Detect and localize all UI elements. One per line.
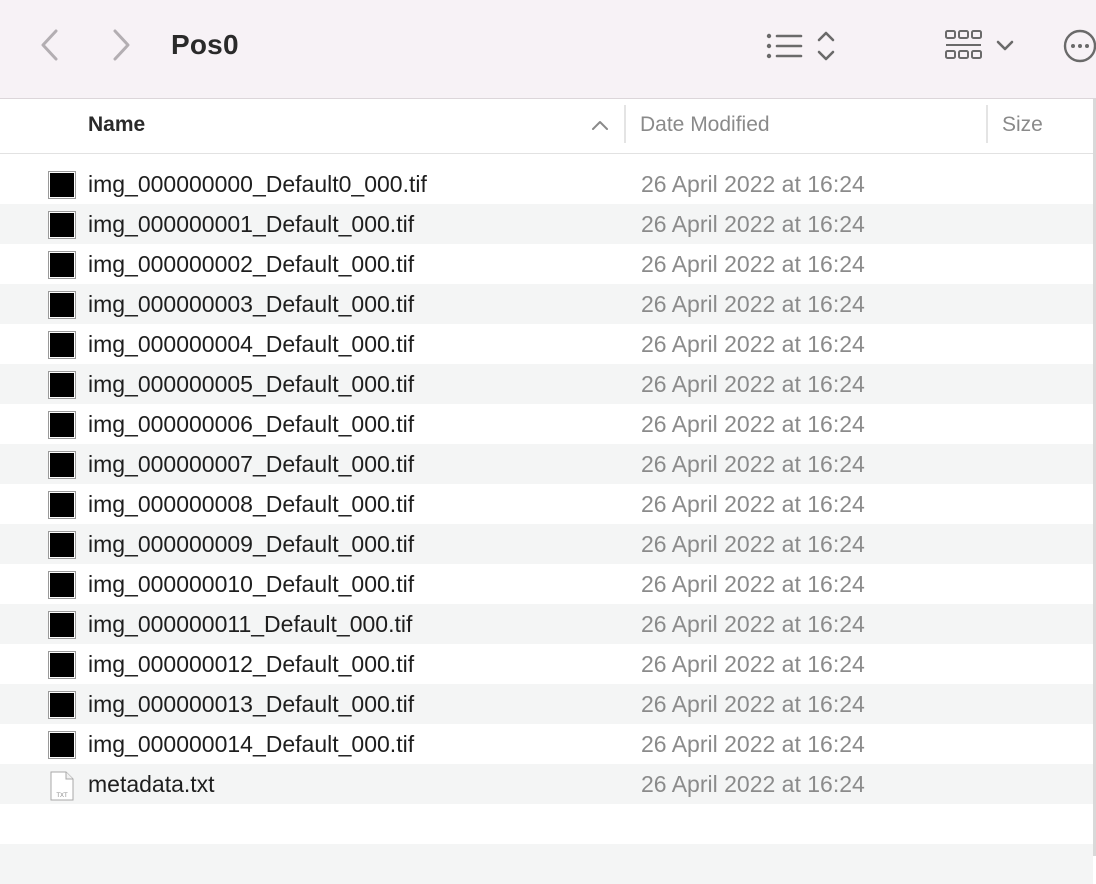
file-date-modified: 26 April 2022 at 16:24 bbox=[641, 331, 865, 357]
file-date-modified: 26 April 2022 at 16:24 bbox=[641, 371, 865, 397]
file-name: img_000000006_Default_000.tif bbox=[88, 411, 415, 437]
chevron-down-icon bbox=[996, 40, 1014, 51]
up-down-chevron-icon bbox=[817, 31, 835, 61]
back-button[interactable] bbox=[32, 24, 72, 66]
file-row[interactable]: img_000000003_Default_000.tif 26 April 20… bbox=[0, 284, 1093, 324]
file-name: img_000000004_Default_000.tif bbox=[88, 331, 415, 357]
column-divider[interactable] bbox=[624, 105, 626, 143]
tif-thumbnail-icon bbox=[48, 691, 76, 719]
file-row[interactable]: img_000000001_Default_000.tif 26 April 20… bbox=[0, 204, 1093, 244]
file-date-modified: 26 April 2022 at 16:24 bbox=[641, 531, 865, 557]
tif-thumbnail-icon bbox=[48, 531, 76, 559]
file-name: img_000000010_Default_000.tif bbox=[88, 571, 415, 597]
empty-row bbox=[0, 804, 1093, 844]
file-row[interactable]: img_000000013_Default_000.tif 26 April 20… bbox=[0, 684, 1093, 724]
tif-thumbnail-icon bbox=[48, 411, 76, 439]
tif-thumbnail-icon bbox=[48, 371, 76, 399]
tif-thumbnail-icon bbox=[48, 291, 76, 319]
toolbar: Pos0 bbox=[0, 0, 1096, 99]
file-date-modified: 26 April 2022 at 16:24 bbox=[641, 691, 865, 717]
file-date-modified: 26 April 2022 at 16:24 bbox=[641, 771, 865, 797]
chevron-right-icon bbox=[113, 29, 130, 61]
file-name: metadata.txt bbox=[88, 771, 215, 797]
window-title: Pos0 bbox=[171, 29, 239, 60]
column-header: Name Date Modified Size bbox=[0, 99, 1096, 154]
file-date-modified: 26 April 2022 at 16:24 bbox=[641, 171, 865, 197]
file-date-modified: 26 April 2022 at 16:24 bbox=[641, 611, 865, 637]
file-name: img_000000003_Default_000.tif bbox=[88, 291, 415, 317]
file-name: img_000000011_Default_000.tif bbox=[88, 611, 413, 637]
file-list: img_000000000_Default0_000.tif 26 April 2… bbox=[0, 164, 1093, 884]
file-date-modified: 26 April 2022 at 16:24 bbox=[641, 411, 865, 437]
file-name: img_000000014_Default_000.tif bbox=[88, 731, 415, 757]
file-date-modified: 26 April 2022 at 16:24 bbox=[641, 291, 865, 317]
tif-thumbnail-icon bbox=[48, 651, 76, 679]
file-row[interactable]: img_000000008_Default_000.tif 26 April 20… bbox=[0, 484, 1093, 524]
empty-row bbox=[0, 844, 1093, 884]
more-button[interactable] bbox=[1062, 28, 1096, 69]
file-name: img_000000002_Default_000.tif bbox=[88, 251, 415, 277]
tif-thumbnail-icon bbox=[48, 171, 76, 199]
file-name: img_000000008_Default_000.tif bbox=[88, 491, 415, 517]
file-date-modified: 26 April 2022 at 16:24 bbox=[641, 211, 865, 237]
ellipsis-circle-icon bbox=[1063, 29, 1096, 63]
file-row[interactable]: img_000000010_Default_000.tif 26 April 20… bbox=[0, 564, 1093, 604]
file-row[interactable]: img_000000005_Default_000.tif 26 April 20… bbox=[0, 364, 1093, 404]
column-header-date-modified[interactable]: Date Modified bbox=[640, 113, 770, 137]
tif-thumbnail-icon bbox=[48, 331, 76, 359]
group-dropdown-button[interactable] bbox=[994, 36, 1016, 61]
file-row[interactable]: img_000000014_Default_000.tif 26 April 20… bbox=[0, 724, 1093, 764]
file-row[interactable]: img_000000006_Default_000.tif 26 April 20… bbox=[0, 404, 1093, 444]
file-row[interactable]: img_000000000_Default0_000.tif 26 April 2… bbox=[0, 164, 1093, 204]
forward-button[interactable] bbox=[100, 24, 140, 66]
sort-ascending-icon[interactable] bbox=[590, 117, 610, 138]
column-header-size[interactable]: Size bbox=[1002, 113, 1043, 137]
tif-thumbnail-icon bbox=[48, 571, 76, 599]
file-name: img_000000000_Default0_000.tif bbox=[88, 171, 427, 197]
column-header-name[interactable]: Name bbox=[88, 113, 145, 137]
file-row[interactable]: img_000000007_Default_000.tif 26 April 20… bbox=[0, 444, 1093, 484]
file-date-modified: 26 April 2022 at 16:24 bbox=[641, 451, 865, 477]
file-row[interactable]: img_000000012_Default_000.tif 26 April 20… bbox=[0, 644, 1093, 684]
tif-thumbnail-icon bbox=[48, 611, 76, 639]
tif-thumbnail-icon bbox=[48, 211, 76, 239]
group-view-button[interactable] bbox=[944, 28, 984, 69]
tif-thumbnail-icon bbox=[48, 251, 76, 279]
tif-thumbnail-icon bbox=[48, 491, 76, 519]
file-date-modified: 26 April 2022 at 16:24 bbox=[641, 491, 865, 517]
file-name: img_000000007_Default_000.tif bbox=[88, 451, 415, 477]
tif-thumbnail-icon bbox=[48, 451, 76, 479]
file-name: img_000000009_Default_000.tif bbox=[88, 531, 415, 557]
file-row[interactable]: TXT metadata.txt 26 April 2022 at 16:24 bbox=[0, 764, 1093, 804]
file-date-modified: 26 April 2022 at 16:24 bbox=[641, 251, 865, 277]
file-row[interactable]: img_000000002_Default_000.tif 26 April 20… bbox=[0, 244, 1093, 284]
tif-thumbnail-icon bbox=[48, 731, 76, 759]
column-divider[interactable] bbox=[986, 105, 988, 143]
file-name: img_000000013_Default_000.tif bbox=[88, 691, 415, 717]
file-row[interactable]: img_000000011_Default_000.tif 26 April 20… bbox=[0, 604, 1093, 644]
file-date-modified: 26 April 2022 at 16:24 bbox=[641, 651, 865, 677]
file-name: img_000000001_Default_000.tif bbox=[88, 211, 415, 237]
list-view-icon bbox=[766, 33, 803, 59]
file-date-modified: 26 April 2022 at 16:24 bbox=[641, 731, 865, 757]
list-view-button[interactable] bbox=[764, 30, 804, 67]
txt-document-icon: TXT bbox=[48, 771, 76, 801]
file-row[interactable]: img_000000004_Default_000.tif 26 April 20… bbox=[0, 324, 1093, 364]
svg-text:TXT: TXT bbox=[56, 793, 68, 799]
sort-toggle-button[interactable] bbox=[814, 28, 838, 69]
grid-icon bbox=[945, 30, 982, 59]
file-name: img_000000005_Default_000.tif bbox=[88, 371, 415, 397]
file-name: img_000000012_Default_000.tif bbox=[88, 651, 415, 677]
file-row[interactable]: img_000000009_Default_000.tif 26 April 20… bbox=[0, 524, 1093, 564]
file-date-modified: 26 April 2022 at 16:24 bbox=[641, 571, 865, 597]
chevron-left-icon bbox=[41, 29, 58, 61]
